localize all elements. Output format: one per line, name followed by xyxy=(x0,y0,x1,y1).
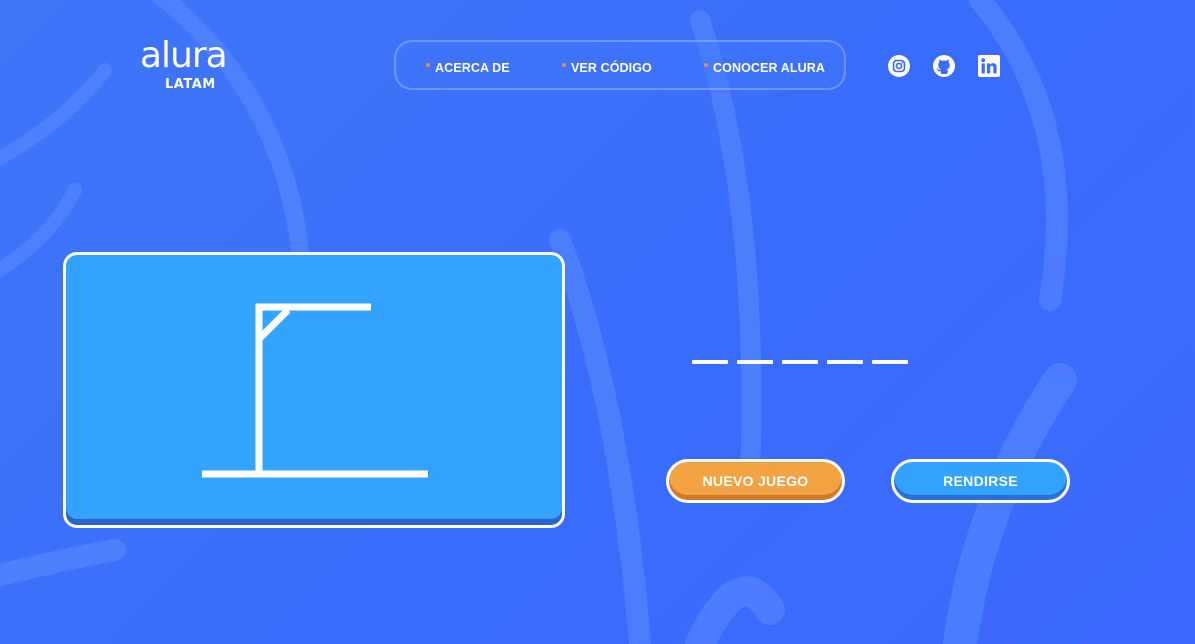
logo-word: alura xyxy=(140,35,228,76)
github-icon[interactable] xyxy=(933,55,955,77)
instagram-icon[interactable] xyxy=(888,55,910,77)
nav-link-label: CONOCER ALURA xyxy=(713,61,825,75)
give-up-button[interactable]: RENDIRSE xyxy=(891,459,1070,503)
letter-slot xyxy=(827,360,863,364)
nav-link-label: VER CÓDIGO xyxy=(571,61,652,75)
letter-slot xyxy=(692,360,728,364)
linkedin-icon[interactable] xyxy=(978,55,1000,77)
gallows-drawing xyxy=(202,303,428,478)
nav-link-conocer-alura[interactable]: CONOCER ALURA xyxy=(704,61,825,75)
nav-link-label: ACERCA DE xyxy=(435,61,510,75)
nav-bullet xyxy=(562,63,566,67)
letter-slot xyxy=(872,360,908,364)
nav-bullet xyxy=(426,63,430,67)
logo-subtitle: LATAM xyxy=(165,77,216,92)
alura-latam-logo[interactable]: alura LATAM xyxy=(140,35,228,93)
nav-link-ver-codigo[interactable]: VER CÓDIGO xyxy=(562,61,652,75)
letter-slot xyxy=(782,360,818,364)
hangman-canvas xyxy=(63,252,565,528)
nav-link-acerca-de[interactable]: ACERCA DE xyxy=(426,61,510,75)
top-nav: ACERCA DE VER CÓDIGO CONOCER ALURA xyxy=(394,40,846,90)
gallows-brace xyxy=(256,307,291,342)
nav-bullet xyxy=(704,63,708,67)
new-game-button[interactable]: NUEVO JUEGO xyxy=(666,459,845,503)
letter-slot xyxy=(737,360,773,364)
